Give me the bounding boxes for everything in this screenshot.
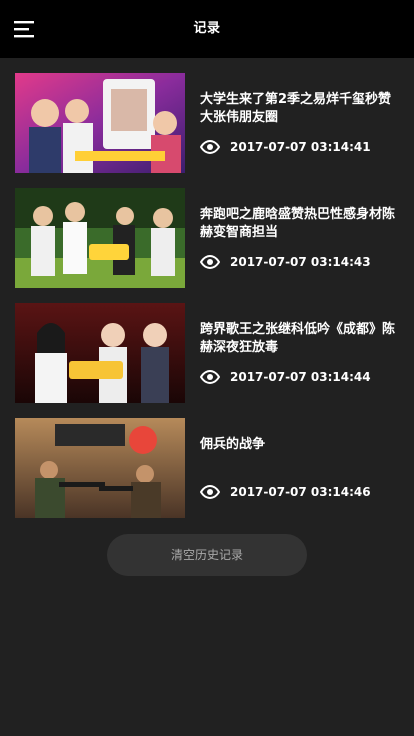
view-meta: 2017-07-07 03:14:46 [200, 484, 371, 500]
video-thumbnail[interactable] [15, 73, 185, 173]
top-bar: 记录 [0, 0, 414, 58]
video-thumbnail[interactable] [15, 418, 185, 518]
video-title: 佣兵的战争 [200, 437, 266, 452]
history-list: 大学生来了第2季之易烊千玺秒赞大张伟朋友圈 2017-07-07 03:14:4… [15, 73, 399, 533]
watch-time: 2017-07-07 03:14:41 [230, 140, 371, 154]
clear-history-button[interactable]: 清空历史记录 [107, 534, 307, 576]
video-thumbnail[interactable] [15, 188, 185, 288]
history-item[interactable]: 佣兵的战争 2017-07-07 03:14:46 [15, 418, 399, 518]
watch-time: 2017-07-07 03:14:44 [230, 370, 371, 384]
history-item[interactable]: 奔跑吧之鹿晗盛赞热巴性感身材陈赫变智商担当 2017-07-07 03:14:4… [15, 188, 399, 288]
watch-time: 2017-07-07 03:14:43 [230, 255, 371, 269]
view-meta: 2017-07-07 03:14:43 [200, 254, 371, 270]
eye-icon [200, 370, 220, 384]
history-page: 记录 大学生来了第2季之易烊千玺秒赞大张伟朋友圈 2017-07-07 03:1… [0, 0, 414, 736]
video-thumbnail[interactable] [15, 303, 185, 403]
eye-icon [200, 140, 220, 154]
eye-icon [200, 485, 220, 499]
video-title: 奔跑吧之鹿晗盛赞热巴性感身材陈赫变智商担当 [200, 207, 396, 240]
history-item[interactable]: 跨界歌王之张继科低吟《成都》陈赫深夜狂放毒 2017-07-07 03:14:4… [15, 303, 399, 403]
video-title: 跨界歌王之张继科低吟《成都》陈赫深夜狂放毒 [200, 322, 396, 355]
page-title: 记录 [193, 21, 221, 36]
view-meta: 2017-07-07 03:14:44 [200, 369, 371, 385]
history-item[interactable]: 大学生来了第2季之易烊千玺秒赞大张伟朋友圈 2017-07-07 03:14:4… [15, 73, 399, 173]
video-title: 大学生来了第2季之易烊千玺秒赞大张伟朋友圈 [200, 92, 392, 125]
watch-time: 2017-07-07 03:14:46 [230, 485, 371, 499]
eye-icon [200, 255, 220, 269]
view-meta: 2017-07-07 03:14:41 [200, 139, 371, 155]
